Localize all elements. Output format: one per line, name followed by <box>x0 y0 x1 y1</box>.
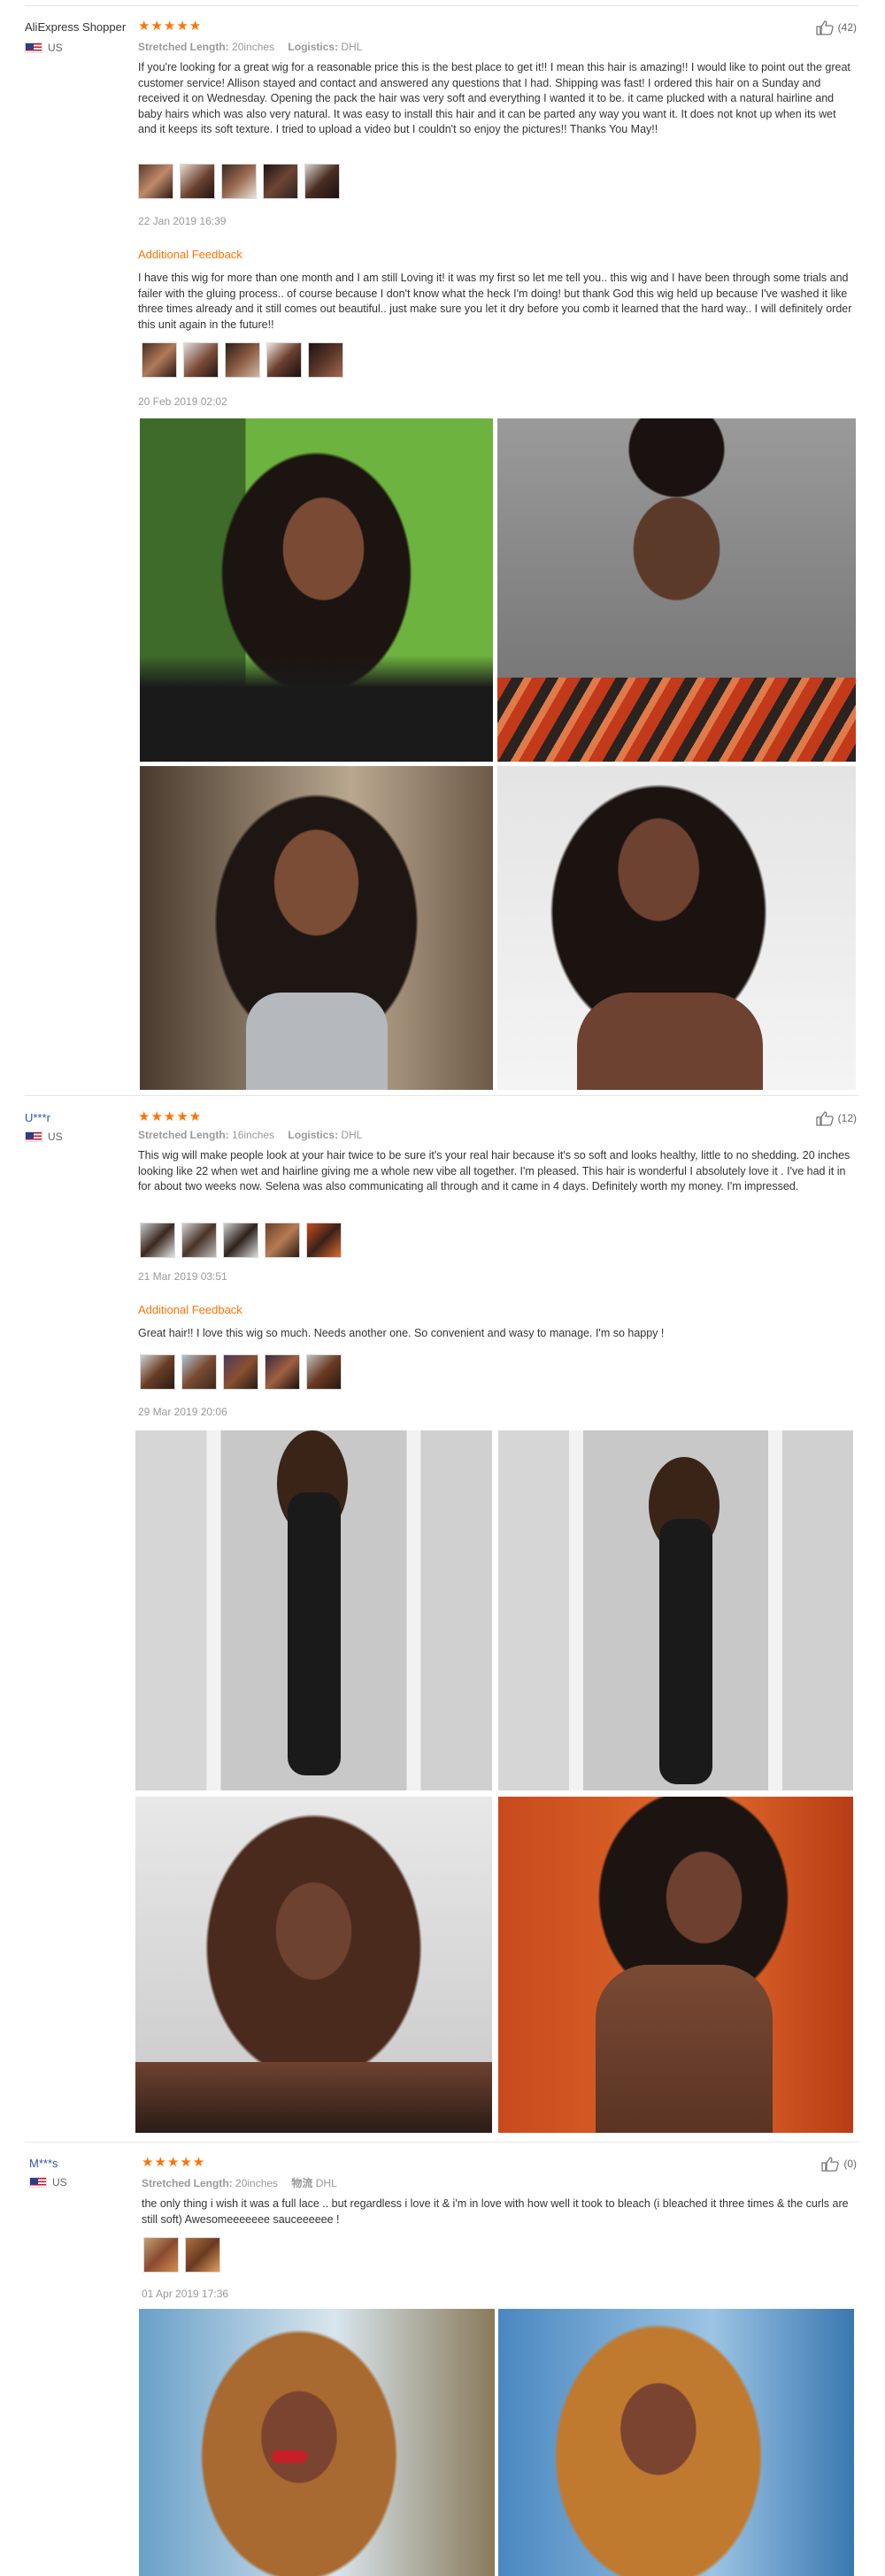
review-text: This wig will make people look at your h… <box>138 1149 850 1192</box>
divider <box>25 1095 858 1096</box>
country-code: US <box>48 1131 63 1143</box>
additional-feedback-text: I have this wig for more than one month … <box>138 272 852 331</box>
reviewer-name: AliExpress Shopper <box>25 20 127 34</box>
attr-length-value: 20inches <box>232 41 275 53</box>
photo-thumbnail[interactable] <box>265 1223 300 1258</box>
photo-thumbnail[interactable] <box>140 1223 175 1258</box>
star-rating: ★★★★★ <box>142 2155 206 2170</box>
helpful-count: (0) <box>843 2158 857 2170</box>
attr-length-label: Stretched Length: <box>138 41 229 53</box>
divider <box>25 5 858 6</box>
additional-feedback-date: 29 Mar 2019 20:06 <box>138 1406 227 1418</box>
thumbs-up-icon <box>816 1111 834 1126</box>
review-photo[interactable] <box>140 766 493 1090</box>
reviewer-country: US <box>29 2176 67 2189</box>
reviewer-country: US <box>25 42 63 54</box>
review-photo[interactable] <box>497 418 856 762</box>
reviewer-name[interactable]: U***r <box>25 1111 50 1124</box>
country-code: US <box>52 2176 67 2189</box>
review-photo[interactable] <box>139 2309 495 2576</box>
review-text: If you're looking for a great wig for a … <box>138 61 850 135</box>
review-date: 01 Apr 2019 17:36 <box>142 2288 229 2300</box>
helpful-count: (42) <box>837 21 857 34</box>
photo-thumbnail[interactable] <box>223 1354 258 1390</box>
thumbs-up-icon <box>816 20 834 35</box>
photo-thumbnail[interactable] <box>263 164 298 199</box>
attr-logistics-value: DHL <box>315 2177 337 2189</box>
helpful-button[interactable]: (0) <box>820 2156 857 2172</box>
attr-length-value: 16inches <box>232 1129 275 1141</box>
photo-thumbnail[interactable] <box>181 1223 217 1258</box>
review-photo[interactable] <box>135 1797 492 2133</box>
us-flag-icon <box>25 1131 42 1142</box>
photo-thumbnail[interactable] <box>142 342 177 378</box>
photo-thumbnail[interactable] <box>221 164 257 199</box>
us-flag-icon <box>29 2177 47 2188</box>
review-text: the only thing i wish it was a full lace… <box>142 2197 849 2226</box>
photo-thumbnail[interactable] <box>183 342 219 378</box>
additional-feedback-text: Great hair!! I love this wig so much. Ne… <box>138 1327 665 1339</box>
attr-logistics-label: Logistics: <box>288 1129 339 1141</box>
photo-thumbnail[interactable] <box>225 342 260 378</box>
attr-length-label: Stretched Length: <box>138 1129 229 1141</box>
attr-logistics-label: 物流 <box>291 2177 313 2189</box>
photo-thumbnail[interactable] <box>181 1354 217 1390</box>
review-photo[interactable] <box>498 1797 853 2133</box>
review-photo[interactable] <box>498 2309 854 2576</box>
thumbs-up-icon <box>821 2157 840 2172</box>
review-date: 22 Jan 2019 16:39 <box>138 215 227 227</box>
country-code: US <box>48 42 63 54</box>
divider <box>25 2142 858 2143</box>
helpful-button[interactable]: (42) <box>815 19 857 35</box>
review-thumbnails <box>140 1223 342 1258</box>
photo-thumbnail[interactable] <box>304 164 340 199</box>
product-attributes: Stretched Length: 16inches Logistics: DH… <box>138 1129 362 1141</box>
photo-thumbnail[interactable] <box>140 1354 175 1390</box>
review-thumbnails <box>143 2237 220 2273</box>
reviewer-country: US <box>25 1131 63 1143</box>
review-photo[interactable] <box>140 418 493 762</box>
additional-feedback-heading: Additional Feedback <box>138 1303 242 1316</box>
additional-thumbnails <box>140 1354 342 1390</box>
photo-thumbnail[interactable] <box>308 342 343 378</box>
photo-thumbnail[interactable] <box>223 1223 258 1258</box>
photo-thumbnail[interactable] <box>143 2237 179 2273</box>
helpful-button[interactable]: (12) <box>815 1110 857 1126</box>
star-rating: ★★★★★ <box>138 1109 203 1124</box>
photo-thumbnail[interactable] <box>306 1354 342 1390</box>
photo-thumbnail[interactable] <box>138 164 173 199</box>
star-rating: ★★★★★ <box>138 19 203 34</box>
product-attributes: Stretched Length: 20inches Logistics: DH… <box>138 41 362 53</box>
review-date: 21 Mar 2019 03:51 <box>138 1270 227 1283</box>
additional-thumbnails <box>142 342 343 378</box>
additional-feedback-heading: Additional Feedback <box>138 248 242 261</box>
review-photo[interactable] <box>498 1430 853 1790</box>
review-photo[interactable] <box>135 1430 492 1790</box>
photo-thumbnail[interactable] <box>266 342 302 378</box>
additional-feedback-date: 20 Feb 2019 02:02 <box>138 395 227 408</box>
photo-thumbnail[interactable] <box>306 1223 342 1258</box>
photo-thumbnail[interactable] <box>180 164 215 199</box>
attr-logistics-label: Logistics: <box>288 41 339 53</box>
review-photo[interactable] <box>497 766 856 1090</box>
attr-logistics-value: DHL <box>341 1129 363 1141</box>
product-attributes: Stretched Length: 20inches 物流 DHL <box>142 2175 337 2190</box>
photo-thumbnail[interactable] <box>265 1354 300 1390</box>
photo-thumbnail[interactable] <box>185 2237 220 2273</box>
helpful-count: (12) <box>837 1112 857 1124</box>
review-thumbnails <box>138 164 340 199</box>
us-flag-icon <box>25 42 42 53</box>
attr-logistics-value: DHL <box>341 41 363 53</box>
attr-length-value: 20inches <box>235 2177 279 2189</box>
attr-length-label: Stretched Length: <box>142 2177 233 2189</box>
reviewer-name[interactable]: M***s <box>29 2157 58 2170</box>
